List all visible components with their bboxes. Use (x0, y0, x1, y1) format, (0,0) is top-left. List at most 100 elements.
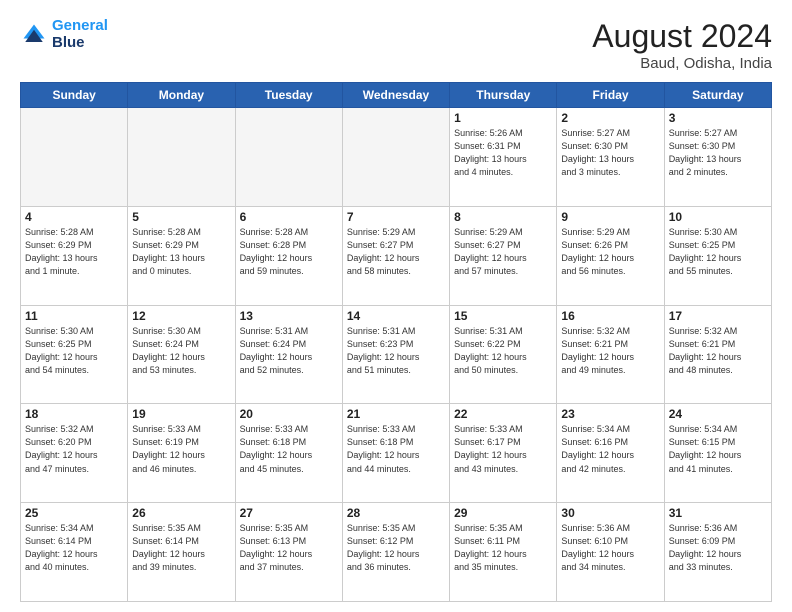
calendar-cell: 10 Sunrise: 5:30 AM Sunset: 6:25 PM Dayli… (664, 206, 771, 305)
calendar-cell: 13Sunrise: 5:31 AM Sunset: 6:24 PM Dayli… (235, 305, 342, 404)
day-number: 9 (561, 210, 659, 224)
day-info: Sunrise: 5:29 AM Sunset: 6:27 PM Dayligh… (454, 226, 552, 278)
day-number: 20 (240, 407, 338, 421)
month-title: August 2024 (592, 18, 772, 55)
day-number: 23 (561, 407, 659, 421)
calendar-cell: 30 Sunrise: 5:36 AM Sunset: 6:10 PM Dayli… (557, 503, 664, 602)
day-info: Sunrise: 5:36 AM Sunset: 6:10 PM Dayligh… (561, 522, 659, 574)
day-number: 22 (454, 407, 552, 421)
day-info: Sunrise: 5:29 AM Sunset: 6:26 PM Dayligh… (561, 226, 659, 278)
day-info: Sunrise: 5:28 AM Sunset: 6:29 PM Dayligh… (132, 226, 230, 278)
calendar-cell: 18 Sunrise: 5:32 AM Sunset: 6:20 PM Dayli… (21, 404, 128, 503)
calendar-cell: 31Sunrise: 5:36 AM Sunset: 6:09 PM Dayli… (664, 503, 771, 602)
header: General Blue August 2024 Baud, Odisha, I… (20, 18, 772, 72)
day-number: 16 (561, 309, 659, 323)
day-number: 6 (240, 210, 338, 224)
day-number: 15 (454, 309, 552, 323)
day-info: Sunrise: 5:35 AM Sunset: 6:13 PM Dayligh… (240, 522, 338, 574)
day-number: 5 (132, 210, 230, 224)
weekday-header-thursday: Thursday (450, 83, 557, 108)
day-info: Sunrise: 5:35 AM Sunset: 6:11 PM Dayligh… (454, 522, 552, 574)
calendar-cell: 20 Sunrise: 5:33 AM Sunset: 6:18 PM Dayli… (235, 404, 342, 503)
day-number: 10 (669, 210, 767, 224)
weekday-header-monday: Monday (128, 83, 235, 108)
logo: General Blue (20, 18, 108, 51)
calendar-cell: 26Sunrise: 5:35 AM Sunset: 6:14 PM Dayli… (128, 503, 235, 602)
day-number: 21 (347, 407, 445, 421)
day-info: Sunrise: 5:34 AM Sunset: 6:16 PM Dayligh… (561, 423, 659, 475)
week-row-4: 18 Sunrise: 5:32 AM Sunset: 6:20 PM Dayli… (21, 404, 772, 503)
calendar-cell (342, 108, 449, 207)
weekday-header-row: SundayMondayTuesdayWednesdayThursdayFrid… (21, 83, 772, 108)
calendar-cell: 1 Sunrise: 5:26 AM Sunset: 6:31 PM Daylig… (450, 108, 557, 207)
day-number: 17 (669, 309, 767, 323)
calendar-cell: 11 Sunrise: 5:30 AM Sunset: 6:25 PM Dayli… (21, 305, 128, 404)
day-number: 13 (240, 309, 338, 323)
day-number: 30 (561, 506, 659, 520)
day-number: 4 (25, 210, 123, 224)
calendar-cell: 28 Sunrise: 5:35 AM Sunset: 6:12 PM Dayli… (342, 503, 449, 602)
calendar-cell: 16 Sunrise: 5:32 AM Sunset: 6:21 PM Dayli… (557, 305, 664, 404)
calendar-cell: 29Sunrise: 5:35 AM Sunset: 6:11 PM Dayli… (450, 503, 557, 602)
title-block: August 2024 Baud, Odisha, India (592, 18, 772, 72)
calendar-cell: 12Sunrise: 5:30 AM Sunset: 6:24 PM Dayli… (128, 305, 235, 404)
day-number: 8 (454, 210, 552, 224)
day-number: 26 (132, 506, 230, 520)
day-info: Sunrise: 5:32 AM Sunset: 6:21 PM Dayligh… (561, 325, 659, 377)
day-info: Sunrise: 5:33 AM Sunset: 6:18 PM Dayligh… (240, 423, 338, 475)
weekday-header-tuesday: Tuesday (235, 83, 342, 108)
calendar-cell: 15 Sunrise: 5:31 AM Sunset: 6:22 PM Dayli… (450, 305, 557, 404)
calendar-cell (235, 108, 342, 207)
day-number: 11 (25, 309, 123, 323)
day-number: 18 (25, 407, 123, 421)
calendar-cell: 23 Sunrise: 5:34 AM Sunset: 6:16 PM Dayli… (557, 404, 664, 503)
calendar-cell: 6Sunrise: 5:28 AM Sunset: 6:28 PM Daylig… (235, 206, 342, 305)
calendar-cell: 25 Sunrise: 5:34 AM Sunset: 6:14 PM Dayli… (21, 503, 128, 602)
day-info: Sunrise: 5:32 AM Sunset: 6:20 PM Dayligh… (25, 423, 123, 475)
day-info: Sunrise: 5:34 AM Sunset: 6:15 PM Dayligh… (669, 423, 767, 475)
weekday-header-sunday: Sunday (21, 83, 128, 108)
day-number: 25 (25, 506, 123, 520)
day-info: Sunrise: 5:34 AM Sunset: 6:14 PM Dayligh… (25, 522, 123, 574)
day-number: 27 (240, 506, 338, 520)
day-info: Sunrise: 5:30 AM Sunset: 6:25 PM Dayligh… (25, 325, 123, 377)
day-info: Sunrise: 5:28 AM Sunset: 6:29 PM Dayligh… (25, 226, 123, 278)
logo-text: General Blue (52, 18, 108, 51)
calendar-table: SundayMondayTuesdayWednesdayThursdayFrid… (20, 82, 772, 602)
calendar-cell: 2Sunrise: 5:27 AM Sunset: 6:30 PM Daylig… (557, 108, 664, 207)
day-info: Sunrise: 5:27 AM Sunset: 6:30 PM Dayligh… (561, 127, 659, 179)
calendar-cell: 21 Sunrise: 5:33 AM Sunset: 6:18 PM Dayli… (342, 404, 449, 503)
day-number: 14 (347, 309, 445, 323)
day-number: 3 (669, 111, 767, 125)
calendar-cell: 9 Sunrise: 5:29 AM Sunset: 6:26 PM Daylig… (557, 206, 664, 305)
day-info: Sunrise: 5:26 AM Sunset: 6:31 PM Dayligh… (454, 127, 552, 179)
calendar-cell: 5 Sunrise: 5:28 AM Sunset: 6:29 PM Daylig… (128, 206, 235, 305)
day-info: Sunrise: 5:35 AM Sunset: 6:12 PM Dayligh… (347, 522, 445, 574)
logo-icon (20, 21, 48, 49)
day-number: 19 (132, 407, 230, 421)
day-number: 1 (454, 111, 552, 125)
day-info: Sunrise: 5:33 AM Sunset: 6:19 PM Dayligh… (132, 423, 230, 475)
day-info: Sunrise: 5:36 AM Sunset: 6:09 PM Dayligh… (669, 522, 767, 574)
week-row-2: 4 Sunrise: 5:28 AM Sunset: 6:29 PM Daylig… (21, 206, 772, 305)
day-number: 24 (669, 407, 767, 421)
calendar-cell: 24 Sunrise: 5:34 AM Sunset: 6:15 PM Dayli… (664, 404, 771, 503)
day-number: 12 (132, 309, 230, 323)
day-info: Sunrise: 5:30 AM Sunset: 6:25 PM Dayligh… (669, 226, 767, 278)
location-title: Baud, Odisha, India (592, 55, 772, 72)
page: General Blue August 2024 Baud, Odisha, I… (0, 0, 792, 612)
day-info: Sunrise: 5:32 AM Sunset: 6:21 PM Dayligh… (669, 325, 767, 377)
day-info: Sunrise: 5:33 AM Sunset: 6:17 PM Dayligh… (454, 423, 552, 475)
day-info: Sunrise: 5:31 AM Sunset: 6:22 PM Dayligh… (454, 325, 552, 377)
calendar-cell (21, 108, 128, 207)
day-info: Sunrise: 5:31 AM Sunset: 6:23 PM Dayligh… (347, 325, 445, 377)
calendar-cell: 19 Sunrise: 5:33 AM Sunset: 6:19 PM Dayli… (128, 404, 235, 503)
day-info: Sunrise: 5:27 AM Sunset: 6:30 PM Dayligh… (669, 127, 767, 179)
day-number: 7 (347, 210, 445, 224)
calendar-cell: 27 Sunrise: 5:35 AM Sunset: 6:13 PM Dayli… (235, 503, 342, 602)
day-number: 28 (347, 506, 445, 520)
calendar-cell (128, 108, 235, 207)
calendar-cell: 17 Sunrise: 5:32 AM Sunset: 6:21 PM Dayli… (664, 305, 771, 404)
week-row-5: 25 Sunrise: 5:34 AM Sunset: 6:14 PM Dayli… (21, 503, 772, 602)
day-info: Sunrise: 5:33 AM Sunset: 6:18 PM Dayligh… (347, 423, 445, 475)
